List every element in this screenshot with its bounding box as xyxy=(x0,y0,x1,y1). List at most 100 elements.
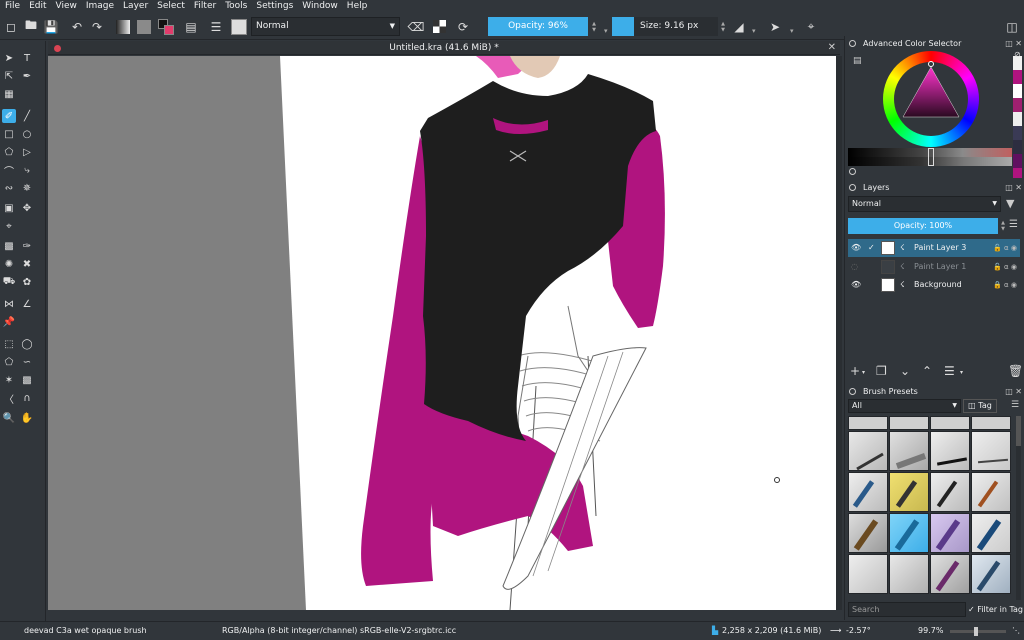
colorize-mask-icon[interactable]: ✖ xyxy=(20,257,34,271)
layer-properties-icon[interactable]: ☰ xyxy=(944,364,955,378)
move-tool-icon[interactable]: ✥ xyxy=(20,201,34,215)
text-tool-icon[interactable]: T xyxy=(20,51,34,65)
color-wheel[interactable] xyxy=(883,51,979,147)
opacity-slider[interactable]: Opacity: 96% xyxy=(488,17,588,36)
brush-preset[interactable] xyxy=(889,472,929,512)
vertical-scrollbar[interactable] xyxy=(836,56,842,610)
layers-controls-icon[interactable]: ◫ ✕ xyxy=(1005,181,1022,194)
bezier-curve-icon[interactable]: ⌒ xyxy=(2,163,16,178)
zoom-tool-icon[interactable]: 🔍 xyxy=(2,411,16,425)
visibility-icon[interactable]: 👁 xyxy=(851,239,861,257)
delete-layer-icon[interactable]: 🗑 xyxy=(1008,364,1023,378)
checkmark-icon[interactable]: ✓ xyxy=(868,239,875,257)
similar-select-icon[interactable]: ▩ xyxy=(20,373,34,387)
recent-colors-strip[interactable] xyxy=(1013,56,1022,178)
freehand-brush-icon[interactable]: ✐ xyxy=(2,109,16,123)
brush-preset[interactable] xyxy=(971,513,1011,553)
polygon-tool-icon[interactable]: ⬠ xyxy=(2,145,16,159)
filter-icon[interactable]: ▼ xyxy=(1006,197,1014,210)
rect-select-icon[interactable]: ⬚ xyxy=(2,337,16,351)
brush-preset[interactable] xyxy=(930,513,970,553)
brush-preset[interactable] xyxy=(971,472,1011,512)
mirror-horizontal-icon[interactable]: ◢ xyxy=(730,17,748,36)
layer-options-icon[interactable]: ☰ xyxy=(1009,219,1018,230)
menu-layer[interactable]: Layer xyxy=(123,0,148,13)
status-zoom[interactable]: 99.7% xyxy=(918,622,943,640)
brush-preset[interactable] xyxy=(930,431,970,471)
layer-row[interactable]: ◌ ☇ Paint Layer 1 🔓 α ◉ xyxy=(848,258,1020,276)
polygon-select-icon[interactable]: ⬠ xyxy=(2,355,16,369)
brush-preset[interactable] xyxy=(889,431,929,471)
menu-file[interactable]: File xyxy=(5,0,20,13)
brush-preset[interactable] xyxy=(848,472,888,512)
layer-lock-icon[interactable]: 🔒 α ◉ xyxy=(993,276,1017,294)
undo-icon[interactable]: ↶ xyxy=(68,17,86,36)
multibrush-icon[interactable]: ✵ xyxy=(20,181,34,195)
crop-icon[interactable]: ⌖ xyxy=(802,17,820,36)
ellipse-select-icon[interactable]: ◯ xyxy=(20,337,34,351)
brush-preset-selected[interactable] xyxy=(889,513,929,553)
brush-preset[interactable] xyxy=(889,554,929,594)
magnetic-select-icon[interactable]: ∩ xyxy=(20,391,34,405)
ellipse-tool-icon[interactable]: ○ xyxy=(20,127,34,141)
visibility-icon[interactable]: 👁 xyxy=(851,276,861,294)
shade-selector[interactable] xyxy=(848,148,1012,166)
smart-patch-icon[interactable]: ✺ xyxy=(2,257,16,271)
menu-settings[interactable]: Settings xyxy=(256,0,293,13)
bezier-select-icon[interactable]: 〈 xyxy=(2,391,16,406)
brush-preset[interactable] xyxy=(889,416,929,430)
size-spinner[interactable]: ▲ ▼ xyxy=(719,17,727,36)
reload-preset-icon[interactable]: ⟳ xyxy=(454,17,472,36)
brush-view-options-icon[interactable]: ☰ xyxy=(1011,400,1019,410)
gradient-tool-icon[interactable]: ▩ xyxy=(2,239,16,253)
redo-icon[interactable]: ↷ xyxy=(88,17,106,36)
layer-opacity-slider[interactable]: Opacity: 100% xyxy=(848,218,998,234)
zoom-slider[interactable] xyxy=(950,627,1006,636)
gradient-icon[interactable] xyxy=(114,17,132,36)
layer-blend-select[interactable]: Normal ▼ xyxy=(848,196,1001,212)
pattern-icon[interactable] xyxy=(135,17,153,36)
brush-tag-select[interactable]: All ▼ xyxy=(848,399,961,413)
add-layer-dropdown-icon[interactable]: ▾ xyxy=(862,369,865,376)
menu-view[interactable]: View xyxy=(56,0,77,13)
reference-pin-icon[interactable]: 📌 xyxy=(2,315,16,329)
select-shapes-icon[interactable]: ➤ xyxy=(2,51,16,65)
rectangle-tool-icon[interactable]: □ xyxy=(2,127,16,141)
brush-presets-menu-icon[interactable] xyxy=(849,388,856,395)
color-selector-settings-icon[interactable]: ▤ xyxy=(853,56,862,66)
brush-preset[interactable] xyxy=(848,554,888,594)
duplicate-layer-icon[interactable]: ❐ xyxy=(876,364,887,378)
resize-grip-icon[interactable]: ⋱ xyxy=(1012,622,1020,640)
blend-mode-select[interactable]: Normal ▼ xyxy=(251,17,400,36)
edit-brush-icon[interactable]: ▤ xyxy=(182,17,200,36)
pan-tool-icon[interactable]: ✋ xyxy=(20,411,34,425)
docker-controls-icon[interactable]: ◫ ✕ xyxy=(1005,37,1022,50)
opacity-spinner[interactable]: ▲ ▼ xyxy=(590,17,598,36)
brush-search-input[interactable]: Search xyxy=(848,602,966,617)
wrap-dropdown-icon[interactable]: ▾ xyxy=(790,27,794,35)
menu-help[interactable]: Help xyxy=(347,0,368,13)
layer-row[interactable]: 👁 ✓ ☇ Paint Layer 3 🔓 α ◉ xyxy=(848,239,1020,257)
brush-preset[interactable] xyxy=(971,554,1011,594)
menu-edit[interactable]: Edit xyxy=(29,0,46,13)
brush-preset[interactable] xyxy=(971,431,1011,471)
clear-recent-icon[interactable]: ⊘ xyxy=(1014,50,1021,59)
open-document-icon[interactable]: 🖿 xyxy=(22,17,40,36)
color-triangle[interactable] xyxy=(883,51,979,147)
layer-row[interactable]: 👁 ☇ Background 🔒 α ◉ xyxy=(848,276,1020,294)
menu-window[interactable]: Window xyxy=(302,0,338,13)
freehand-path-icon[interactable]: ⤷ xyxy=(20,163,34,177)
reference-images-icon[interactable]: ▦ xyxy=(2,87,16,101)
move-layer-down-icon[interactable]: ⌄ xyxy=(900,364,910,378)
properties-dropdown-icon[interactable]: ▾ xyxy=(960,369,963,376)
menu-tools[interactable]: Tools xyxy=(225,0,247,13)
mirror-dropdown-icon[interactable]: ▾ xyxy=(752,27,756,35)
freehand-select-icon[interactable]: ∽ xyxy=(20,355,34,369)
close-icon[interactable]: ✕ xyxy=(828,41,836,55)
save-icon[interactable]: 💾 xyxy=(42,17,60,36)
brush-preset[interactable] xyxy=(848,431,888,471)
canvas[interactable] xyxy=(48,56,836,610)
color-swatch-icon[interactable] xyxy=(157,17,175,36)
status-rotation[interactable]: -2.57° xyxy=(846,622,871,640)
color-history-icon[interactable] xyxy=(849,168,856,175)
